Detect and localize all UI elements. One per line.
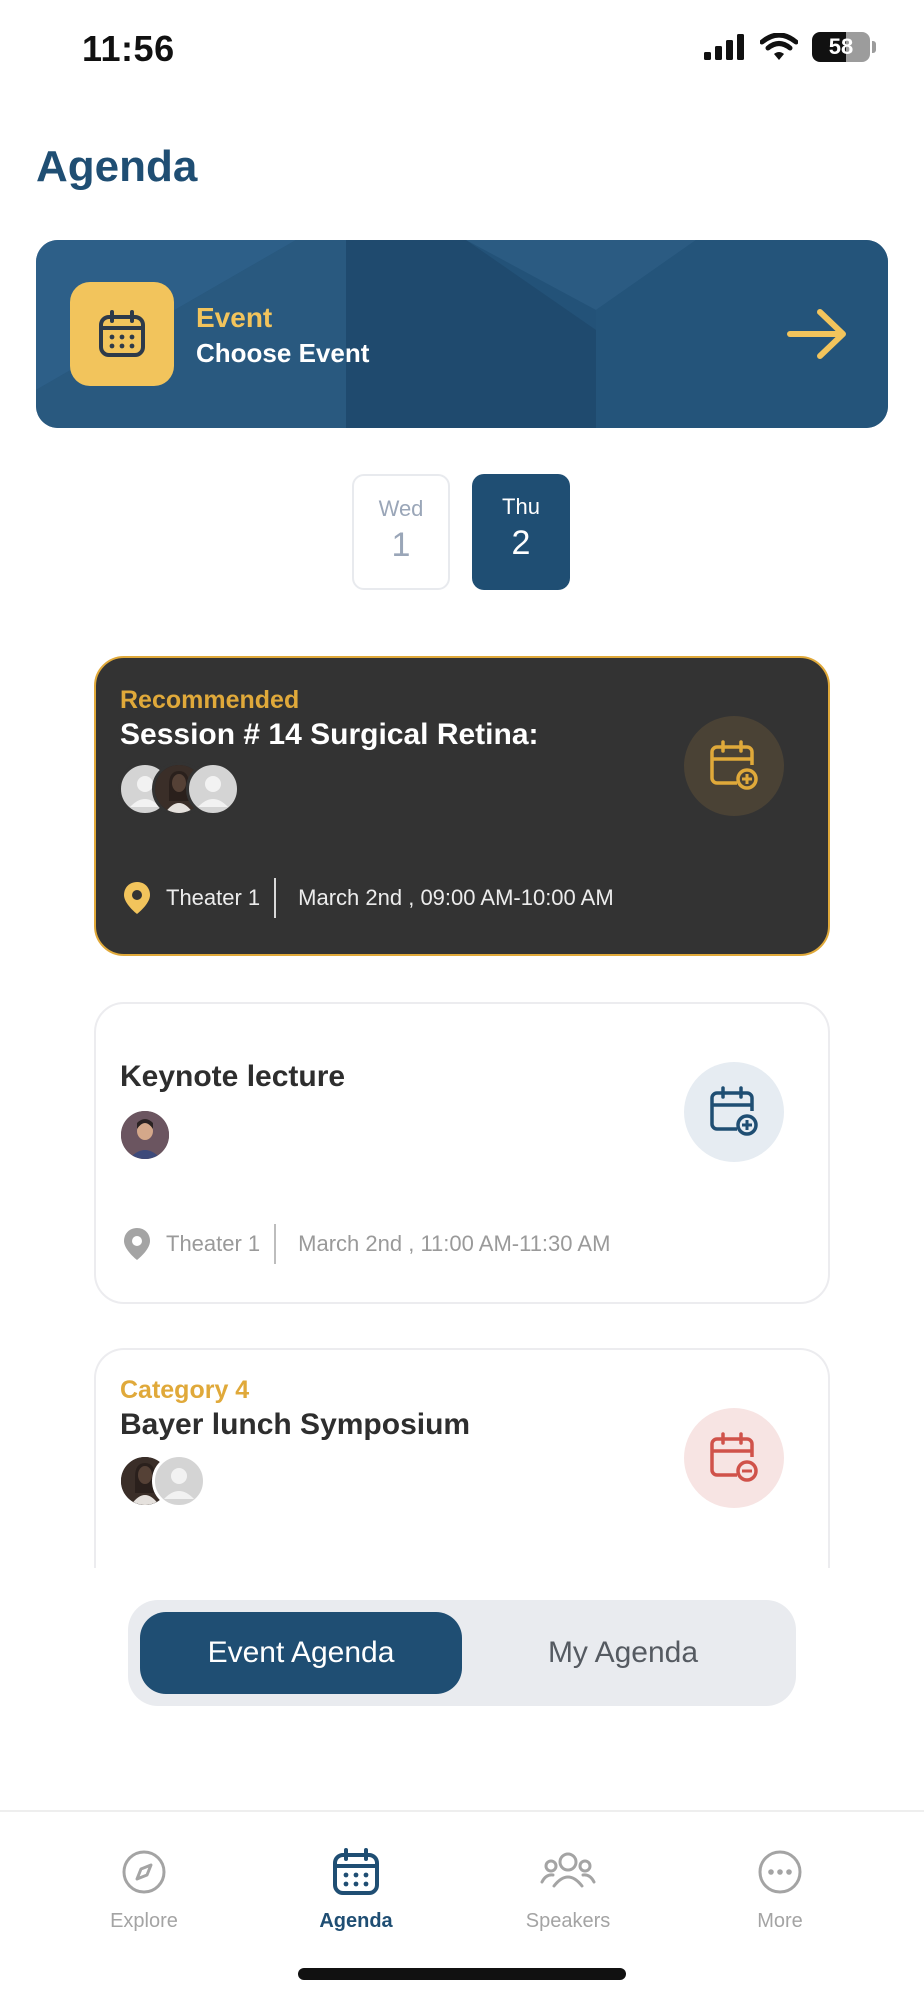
nav-icon-wrap xyxy=(64,1844,224,1900)
nav-icon-wrap xyxy=(488,1844,648,1900)
remove-from-agenda-button[interactable] xyxy=(684,1408,784,1508)
divider xyxy=(274,1224,277,1264)
session-tag: Recommended xyxy=(120,686,300,714)
event-label: Event xyxy=(196,302,273,333)
session-meta: Theater 1 March 2nd , 09:00 AM-10:00 AM xyxy=(122,878,614,918)
compass-icon xyxy=(122,1850,166,1894)
event-calendar-badge xyxy=(70,282,174,386)
calendar-icon xyxy=(99,310,145,357)
session-card[interactable]: Keynote lecture Theater 1 March 2nd , 11… xyxy=(94,1002,830,1304)
nav-icon-wrap xyxy=(700,1844,860,1900)
avatar xyxy=(152,1454,206,1508)
status-time: 11:56 xyxy=(82,28,175,69)
wifi-icon xyxy=(760,33,798,60)
status-bar: 11:56 58 xyxy=(0,0,924,100)
day-number: 2 xyxy=(511,524,531,562)
nav-more[interactable]: More xyxy=(700,1844,860,1933)
day-number: 1 xyxy=(391,526,411,564)
day-tab-thu[interactable]: Thu 2 xyxy=(472,474,570,590)
more-icon xyxy=(758,1850,802,1894)
nav-speakers[interactable]: Speakers xyxy=(488,1844,648,1933)
session-card[interactable]: Category 4 Bayer lunch Symposium xyxy=(94,1348,830,1568)
avatar-placeholder-icon xyxy=(164,1468,194,1499)
day-of-week: Wed xyxy=(378,496,424,521)
nav-label: Agenda xyxy=(319,1910,393,1932)
avatar xyxy=(186,762,240,816)
agenda-toggle: Event Agenda My Agenda xyxy=(128,1600,796,1706)
my-agenda-tab[interactable]: My Agenda xyxy=(462,1612,784,1694)
nav-label: More xyxy=(757,1910,803,1932)
calendar-add-icon xyxy=(710,1086,758,1136)
page-title: Agenda xyxy=(36,142,198,191)
session-meta: Theater 1 March 2nd , 11:00 AM-11:30 AM xyxy=(122,1224,610,1264)
calendar-icon xyxy=(333,1848,379,1895)
session-time: March 2nd , 09:00 AM-10:00 AM xyxy=(298,885,614,910)
nav-explore[interactable]: Explore xyxy=(64,1844,224,1933)
signal-icon xyxy=(704,34,744,60)
calendar-remove-icon xyxy=(710,1432,758,1482)
battery-cap xyxy=(872,41,876,53)
home-indicator xyxy=(298,1968,626,1980)
speaker-avatars xyxy=(118,762,240,816)
nav-agenda[interactable]: Agenda xyxy=(276,1844,436,1933)
nav-icon-wrap xyxy=(276,1844,436,1900)
day-of-week: Thu xyxy=(502,494,540,519)
nav-label: Explore xyxy=(110,1910,178,1932)
session-card-recommended[interactable]: Recommended Session # 14 Surgical Retina… xyxy=(94,656,830,956)
speaker-photo-icon xyxy=(121,1111,169,1159)
session-title: Session # 14 Surgical Retina: xyxy=(120,718,539,751)
divider xyxy=(274,878,277,918)
battery-icon: 58 xyxy=(812,32,870,62)
arrow-right-icon[interactable] xyxy=(786,306,850,362)
event-value: Choose Event xyxy=(196,338,370,368)
session-location: Theater 1 xyxy=(166,1231,261,1256)
location-pin-icon xyxy=(124,882,150,914)
session-location: Theater 1 xyxy=(166,885,261,910)
event-selector[interactable]: Event Choose Event xyxy=(36,240,888,428)
event-agenda-tab[interactable]: Event Agenda xyxy=(140,1612,462,1694)
battery-level: 58 xyxy=(828,34,854,59)
session-tag: Category 4 xyxy=(120,1376,250,1404)
avatar-placeholder-icon xyxy=(198,776,228,807)
speakers-icon xyxy=(540,1852,596,1888)
session-time: March 2nd , 11:00 AM-11:30 AM xyxy=(298,1231,611,1256)
location-pin-icon xyxy=(124,1228,150,1260)
day-tab-wed[interactable]: Wed 1 xyxy=(352,474,450,590)
speaker-avatars xyxy=(118,1108,172,1162)
add-to-agenda-button[interactable] xyxy=(684,716,784,816)
avatar xyxy=(118,1108,172,1162)
add-to-agenda-button[interactable] xyxy=(684,1062,784,1162)
nav-label: Speakers xyxy=(525,1910,611,1932)
status-icons: 58 xyxy=(704,32,876,62)
speaker-avatars xyxy=(118,1454,206,1508)
session-title: Bayer lunch Symposium xyxy=(120,1408,471,1441)
session-title: Keynote lecture xyxy=(120,1060,346,1093)
calendar-add-icon xyxy=(710,740,758,790)
